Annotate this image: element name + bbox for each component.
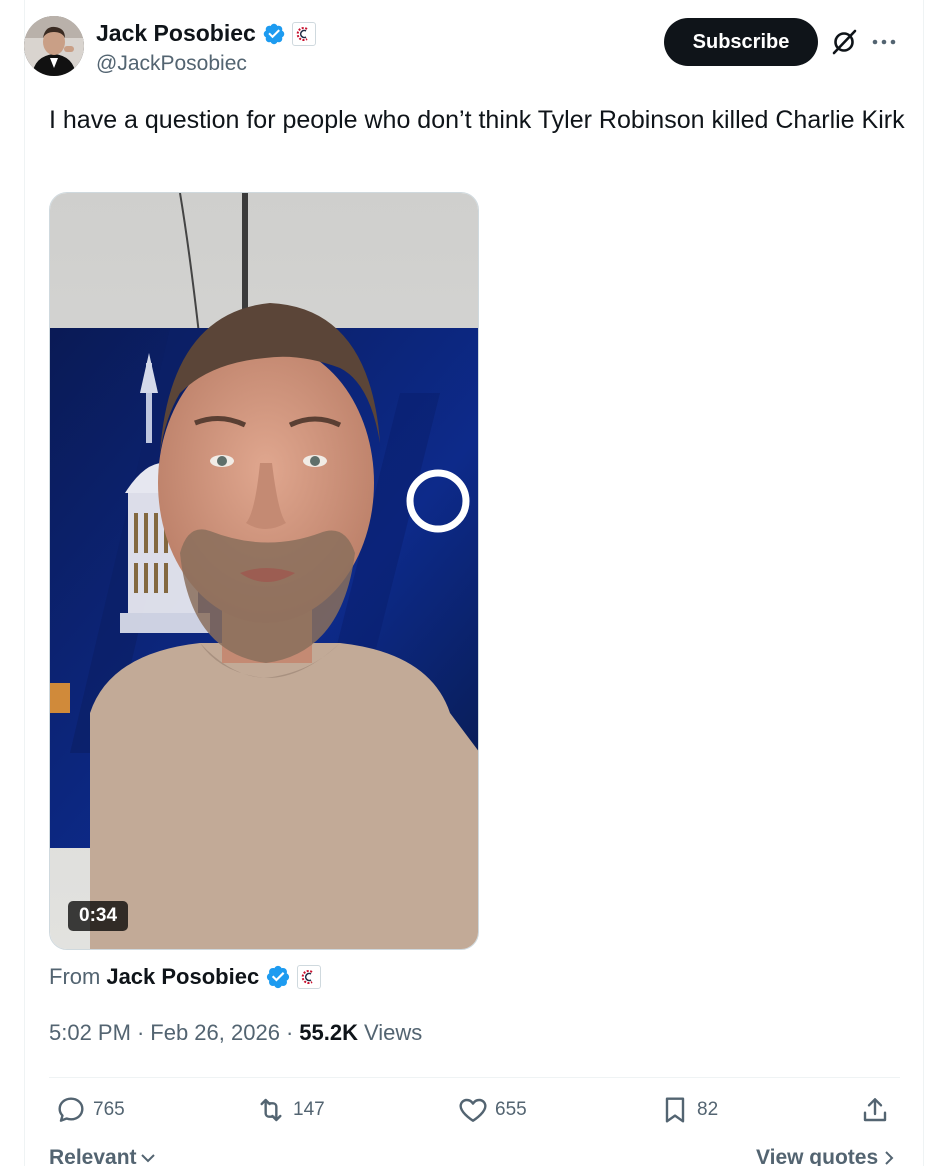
bookmark-count: 82 — [697, 1099, 719, 1120]
affiliation-badge-icon[interactable] — [297, 965, 322, 989]
verified-badge-icon — [263, 23, 285, 44]
like-count: 655 — [495, 1099, 527, 1120]
verified-badge-icon — [267, 965, 290, 989]
meta-separator: · — [136, 1020, 145, 1045]
repost-icon — [260, 1098, 282, 1122]
repost-button[interactable]: 147 — [255, 1094, 325, 1126]
video-thumbnail — [50, 193, 478, 949]
source-author-name[interactable]: Jack Posobiec — [106, 964, 259, 990]
like-button[interactable]: 655 — [457, 1094, 527, 1126]
handle[interactable]: @JackPosobiec — [96, 52, 247, 76]
tweet-actions: 765 147 655 82 — [49, 1094, 900, 1134]
more-options-icon[interactable] — [870, 30, 898, 54]
tweet-meta: 5:02 PM · Feb 26, 2026 · 55.2K Views — [49, 1020, 422, 1046]
meta-separator: · — [285, 1020, 294, 1045]
share-icon — [863, 1098, 887, 1122]
tweet-date[interactable]: Feb 26, 2026 — [150, 1020, 280, 1046]
video-player[interactable]: 0:34 — [49, 192, 479, 950]
views-count: 55.2K — [299, 1020, 358, 1045]
reply-count: 765 — [93, 1099, 125, 1120]
video-duration: 0:34 — [68, 901, 129, 931]
video-source: From Jack Posobiec — [49, 964, 322, 990]
view-quotes-label: View quotes — [756, 1146, 879, 1166]
reply-button[interactable]: 765 — [55, 1094, 125, 1126]
name-row: Jack Posobiec — [96, 20, 316, 47]
affiliation-badge-icon[interactable] — [291, 21, 316, 46]
from-prefix: From — [49, 964, 101, 989]
sort-replies-dropdown[interactable]: Relevant — [49, 1146, 157, 1166]
heart-icon — [459, 1098, 487, 1122]
view-quotes-link[interactable]: View quotes — [756, 1146, 896, 1166]
display-name[interactable]: Jack Posobiec — [96, 20, 256, 47]
tweet-text: I have a question for people who don’t t… — [49, 106, 905, 134]
subscribe-button[interactable]: Subscribe — [664, 18, 818, 66]
repost-count: 147 — [293, 1099, 325, 1120]
chevron-right-icon — [885, 1151, 894, 1165]
avatar[interactable] — [24, 16, 84, 76]
divider — [49, 1077, 900, 1078]
bookmark-icon — [665, 1097, 685, 1123]
share-button[interactable] — [859, 1094, 891, 1126]
reply-icon — [58, 1097, 84, 1122]
tweet-time[interactable]: 5:02 PM — [49, 1020, 131, 1046]
bookmark-button[interactable]: 82 — [659, 1094, 718, 1126]
tweet-header: Jack Posobiec @JackPosobiec Subscribe — [24, 16, 896, 80]
chevron-down-icon — [140, 1154, 155, 1163]
views-label: Views — [363, 1020, 423, 1045]
grok-icon[interactable] — [830, 28, 858, 56]
sort-label: Relevant — [49, 1146, 137, 1166]
